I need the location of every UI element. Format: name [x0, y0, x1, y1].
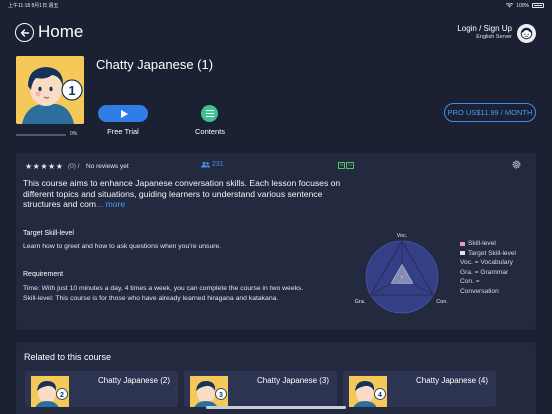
play-icon: [120, 109, 128, 118]
related-course-name: Chatty Japanese (3): [257, 376, 330, 385]
legend-target-swatch: [460, 251, 465, 256]
users-icon: [201, 161, 210, 168]
related-title: Related to this course: [24, 352, 112, 362]
skill-radar-chart: Voc. Gra. Con.: [355, 233, 448, 314]
learner-count: 231: [201, 161, 224, 168]
course-detail-card: ★★★★★ (0) / No reviews yet 231 lvl lvl T…: [16, 153, 536, 330]
legend-skill-swatch: [460, 241, 465, 246]
related-course-thumbnail: 4: [349, 376, 387, 407]
related-course-name: Chatty Japanese (2): [98, 376, 171, 385]
level-badge-left: lvl: [338, 162, 346, 169]
user-avatar-icon: [520, 27, 533, 40]
gear-icon[interactable]: [511, 159, 522, 170]
related-course-name: Chatty Japanese (4): [416, 376, 489, 385]
related-course-card[interactable]: 4 Chatty Japanese (4): [343, 371, 496, 407]
requirement-time: Time: With just 10 minutes a day, 4 time…: [23, 285, 304, 292]
battery-icon: [532, 3, 544, 8]
no-reviews-text: No reviews yet: [86, 163, 129, 170]
radar-legend: Skill-level Target Skill-level Voc. = Vo…: [460, 239, 516, 296]
course-hero: 1 0% Chatty Japanese (1) Free Trial Cont…: [0, 50, 552, 150]
wifi-icon: [506, 3, 514, 8]
page-title: Home: [38, 22, 84, 41]
back-arrow-icon: [20, 28, 29, 37]
requirement-heading: Requirement: [23, 271, 64, 278]
legend-gra: Gra. = Grammar: [460, 268, 509, 276]
legend-voc: Voc. = Vocabulary: [460, 259, 513, 266]
level-badges: lvl lvl: [338, 162, 354, 169]
avatar[interactable]: [517, 24, 536, 43]
server-label: English Server: [476, 34, 512, 40]
related-courses-section: Related to this course 2 Chatty Japanese…: [16, 342, 536, 414]
svg-text:3: 3: [219, 392, 223, 399]
related-course-thumbnail: 2: [31, 376, 69, 407]
pro-subscription-button[interactable]: PRO US$11.99 / MONTH: [444, 103, 536, 122]
review-count: (0) /: [68, 163, 80, 170]
requirement-skill: Skill-level: This course is for those wh…: [23, 294, 279, 302]
course-progress-bar: [16, 134, 66, 136]
more-link[interactable]: ... more: [96, 199, 125, 209]
login-link[interactable]: Login / Sign Up English Server: [457, 24, 512, 40]
login-label: Login / Sign Up: [457, 24, 512, 33]
radar-label-con: Con.: [436, 299, 448, 305]
legend-con-2: Conversation: [460, 287, 499, 295]
course-illustration: 1: [16, 56, 84, 124]
battery-percent: 100%: [516, 2, 529, 9]
list-icon: [205, 110, 214, 112]
status-bar: 上午11:18 8月1日 週五 100%: [0, 0, 552, 11]
contents-label[interactable]: Contents: [190, 127, 230, 136]
target-skill-text: Learn how to greet and how to ask questi…: [23, 243, 222, 250]
free-trial-label[interactable]: Free Trial: [98, 127, 148, 136]
home-indicator[interactable]: [206, 406, 346, 409]
legend-target-skill-level: Target Skill-level: [460, 249, 516, 259]
radar-label-voc: Voc.: [397, 233, 408, 239]
course-title: Chatty Japanese (1): [96, 57, 214, 72]
legend-skill-level: Skill-level: [460, 239, 516, 249]
status-right: 100%: [506, 3, 544, 9]
course-description-text: This course aims to enhance Japanese con…: [23, 178, 341, 209]
svg-text:4: 4: [378, 392, 382, 399]
back-button[interactable]: [15, 23, 34, 42]
course-cover-image: 1: [16, 56, 84, 124]
related-course-card[interactable]: 2 Chatty Japanese (2): [25, 371, 178, 407]
level-badge-right: lvl: [346, 162, 354, 169]
rating-stars: ★★★★★: [25, 162, 64, 171]
course-progress-text: 0%: [70, 131, 78, 137]
course-description: This course aims to enhance Japanese con…: [23, 178, 353, 210]
legend-con: Con. =: [460, 278, 480, 285]
requirement-text: Time: With just 10 minutes a day, 4 time…: [23, 284, 323, 303]
free-trial-button[interactable]: [98, 105, 148, 122]
target-skill-heading: Target Skill-level: [23, 230, 74, 237]
radar-label-gra: Gra.: [355, 299, 366, 305]
status-time: 上午11:18 8月1日 週五: [8, 3, 59, 9]
svg-text:1: 1: [68, 83, 75, 98]
related-course-thumbnail: 3: [190, 376, 228, 407]
contents-button[interactable]: [201, 105, 218, 122]
header: Home Login / Sign Up English Server: [0, 18, 552, 48]
related-course-card[interactable]: 3 Chatty Japanese (3): [184, 371, 337, 407]
learner-count-value: 231: [212, 161, 224, 168]
svg-text:2: 2: [60, 392, 64, 399]
